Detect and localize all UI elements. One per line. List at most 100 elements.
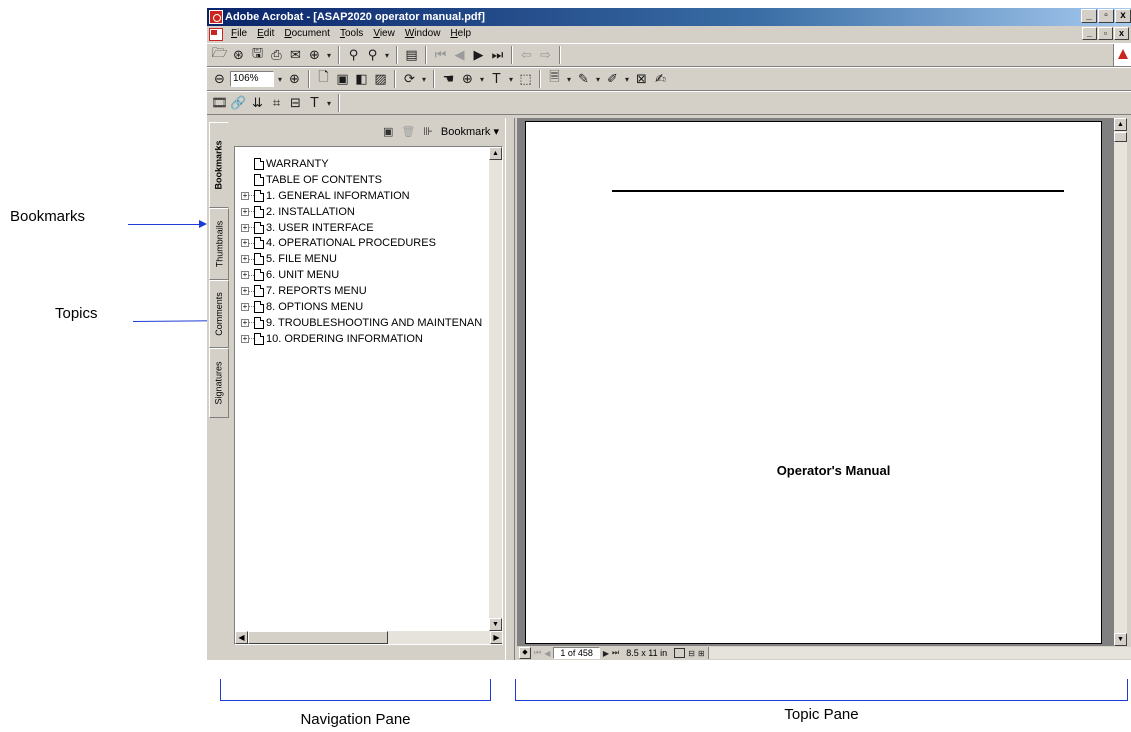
next-view-icon[interactable]: ⇨: [537, 47, 554, 64]
horizontal-scroll-thumb[interactable]: [248, 631, 388, 644]
article-tool-icon[interactable]: ⇊: [249, 95, 266, 112]
open-icon[interactable]: 🗁: [211, 46, 228, 64]
doc-close-button[interactable]: x: [1114, 27, 1129, 40]
rotate-dropdown-icon[interactable]: ▾: [420, 75, 428, 84]
bookmark-item[interactable]: +2. INSTALLATION: [241, 204, 482, 220]
tab-thumbnails[interactable]: Thumbnails: [209, 208, 229, 280]
pencil-tool-dropdown-icon[interactable]: ▾: [594, 75, 602, 84]
menu-help[interactable]: Help: [445, 26, 476, 42]
scroll-up-icon[interactable]: ▲: [489, 147, 502, 160]
create-pdf-icon[interactable]: ⊕: [306, 47, 323, 64]
expand-toggle-icon[interactable]: +: [241, 239, 249, 248]
link-tool-icon[interactable]: 🔗: [230, 95, 247, 112]
search-dropdown-icon[interactable]: ▾: [383, 51, 391, 60]
close-button[interactable]: x: [1115, 9, 1131, 23]
zoom-tool-icon[interactable]: ⊕: [459, 71, 476, 88]
zoom-tool-dropdown-icon[interactable]: ▾: [478, 75, 486, 84]
doc-scroll-up-icon[interactable]: ▲: [1114, 118, 1127, 131]
doc-scroll-down-icon[interactable]: ▼: [1114, 633, 1127, 646]
new-bookmark-icon[interactable]: ▣: [383, 125, 393, 138]
zoom-out-icon[interactable]: ⊖: [211, 71, 228, 88]
bookmark-item[interactable]: TABLE OF CONTENTS: [241, 172, 482, 188]
document-horizontal-scrollbar[interactable]: [707, 647, 1131, 659]
previous-view-icon[interactable]: ⇦: [518, 47, 535, 64]
expand-toggle-icon[interactable]: +: [241, 318, 249, 327]
minimize-button[interactable]: _: [1081, 9, 1097, 23]
bookmark-item[interactable]: +6. UNIT MENU: [241, 267, 482, 283]
menu-window[interactable]: Window: [400, 26, 446, 42]
stamp-tool-icon[interactable]: ⊠: [633, 71, 650, 88]
search-icon[interactable]: ⚲: [364, 47, 381, 64]
bookmark-item[interactable]: +5. FILE MENU: [241, 251, 482, 267]
pencil-tool-icon[interactable]: ✎: [575, 71, 592, 88]
first-page-icon[interactable]: ⏮: [432, 47, 449, 64]
fit-width-icon[interactable]: ◧: [353, 71, 370, 88]
bookmark-vertical-scrollbar[interactable]: ▲ ▼: [489, 147, 502, 631]
bookmark-item[interactable]: +7. REPORTS MENU: [241, 283, 482, 299]
expand-toggle-icon[interactable]: +: [241, 255, 249, 264]
document-icon[interactable]: [209, 27, 223, 41]
text-select-dropdown-icon[interactable]: ▾: [507, 75, 515, 84]
bookmark-item[interactable]: +3. USER INTERFACE: [241, 220, 482, 236]
rotate-icon[interactable]: ⟳: [401, 71, 418, 88]
continuous-view-icon[interactable]: ⊟: [688, 649, 695, 658]
fit-page-icon[interactable]: ▣: [334, 71, 351, 88]
fit-visible-icon[interactable]: ▨: [372, 71, 389, 88]
acrobat-app-icon[interactable]: [209, 10, 223, 24]
menu-document[interactable]: Document: [279, 26, 335, 42]
save-icon[interactable]: 🖫: [249, 46, 266, 64]
menu-file[interactable]: File: [226, 26, 252, 42]
restore-button[interactable]: ▫: [1098, 9, 1114, 23]
page-indicator[interactable]: 1 of 458: [553, 647, 600, 659]
movie-tool-icon[interactable]: 🎞: [211, 95, 228, 112]
actual-size-icon[interactable]: 🗋: [315, 70, 332, 88]
menu-edit[interactable]: Edit: [252, 26, 279, 42]
text-select-icon[interactable]: T: [488, 71, 505, 88]
bookmark-item[interactable]: +1. GENERAL INFORMATION: [241, 188, 482, 204]
pane-splitter[interactable]: [505, 118, 515, 660]
adobe-logo-icon[interactable]: [1113, 44, 1131, 66]
bookmark-tree[interactable]: WARRANTY TABLE OF CONTENTS +1. GENERAL INF…: [234, 146, 503, 645]
bookmark-menu-button[interactable]: Bookmark ▾: [441, 125, 499, 138]
note-tool-dropdown-icon[interactable]: ▾: [565, 75, 573, 84]
find-icon[interactable]: ⚲: [345, 47, 362, 64]
zoom-in-icon[interactable]: ⊕: [286, 71, 303, 88]
facing-view-icon[interactable]: ⊞: [698, 649, 705, 658]
doc-minimize-button[interactable]: _: [1082, 27, 1097, 40]
bookmark-horizontal-scrollbar[interactable]: ◀ ▶: [235, 631, 502, 644]
touchup-dropdown-icon[interactable]: ▾: [325, 99, 333, 108]
highlight-tool-dropdown-icon[interactable]: ▾: [623, 75, 631, 84]
doc-restore-button[interactable]: ▫: [1098, 27, 1113, 40]
web-capture-icon[interactable]: ⊛: [230, 47, 247, 64]
expand-toggle-icon[interactable]: +: [241, 207, 249, 216]
print-icon[interactable]: ⎙: [268, 47, 285, 64]
bookmark-item[interactable]: +4. OPERATIONAL PROCEDURES: [241, 235, 482, 251]
zoom-dropdown-icon[interactable]: ▾: [276, 75, 284, 84]
create-pdf-dropdown-icon[interactable]: ▾: [325, 51, 333, 60]
expand-toggle-icon[interactable]: +: [241, 334, 249, 343]
expand-bookmark-icon[interactable]: ⊪: [423, 125, 433, 138]
next-page-icon[interactable]: ▶: [470, 47, 487, 64]
crop-tool-icon[interactable]: ⌗: [268, 95, 285, 112]
single-page-view-icon[interactable]: [674, 648, 686, 658]
sign-tool-icon[interactable]: ✍: [652, 71, 669, 88]
expand-toggle-icon[interactable]: +: [241, 287, 249, 296]
expand-toggle-icon[interactable]: +: [241, 223, 249, 232]
scroll-down-icon[interactable]: ▼: [489, 618, 502, 631]
split-view-icon[interactable]: ◆: [519, 647, 531, 659]
menu-view[interactable]: View: [368, 26, 400, 42]
scroll-right-icon[interactable]: ▶: [490, 631, 502, 644]
tab-signatures[interactable]: Signatures: [209, 348, 229, 418]
touchup-text-icon[interactable]: T: [306, 95, 323, 112]
bookmark-item[interactable]: +9. TROUBLESHOOTING AND MAINTENAN: [241, 315, 482, 331]
expand-toggle-icon[interactable]: +: [241, 191, 249, 200]
doc-scroll-thumb[interactable]: [1114, 132, 1127, 142]
highlight-tool-icon[interactable]: ✐: [604, 71, 621, 88]
menu-tools[interactable]: Tools: [335, 26, 368, 42]
expand-toggle-icon[interactable]: +: [241, 302, 249, 311]
status-previous-page-icon[interactable]: ◀: [544, 649, 550, 658]
navigation-pane-toggle-icon[interactable]: ▤: [403, 47, 420, 64]
graphics-select-icon[interactable]: ⬚: [517, 71, 534, 88]
form-tool-icon[interactable]: ⊟: [287, 95, 304, 112]
last-page-icon[interactable]: ⏭: [489, 47, 506, 64]
